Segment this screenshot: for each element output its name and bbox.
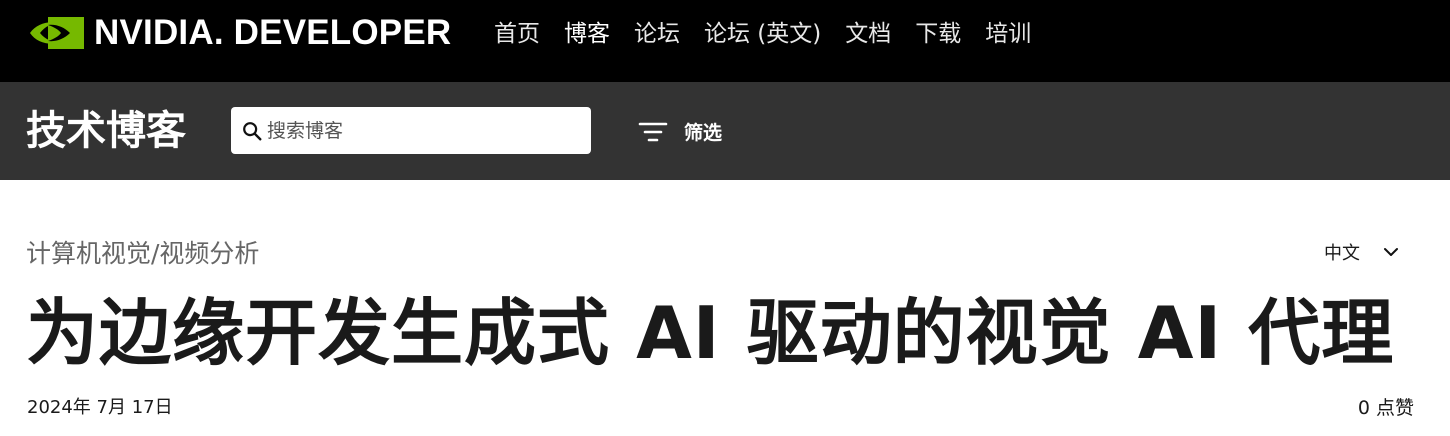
blog-section-title[interactable]: 技术博客 — [26, 104, 186, 158]
article-category-link[interactable]: 计算机视觉/视频分析 — [26, 236, 259, 272]
article-title: 为边缘开发生成式 AI 驱动的视觉 AI 代理 — [26, 291, 1395, 375]
nav-link-docs[interactable]: 文档 — [845, 18, 891, 50]
nav-link-training[interactable]: 培训 — [985, 18, 1031, 50]
nav-link-forum-english[interactable]: 论坛 (英文) — [704, 18, 821, 50]
search-input[interactable] — [267, 119, 577, 142]
brand-text: NVIDIA. DEVELOPER — [94, 13, 452, 52]
nvidia-eye-logo-icon — [26, 13, 86, 53]
publish-date: 2024年 7月 17日 — [27, 397, 173, 418]
nvidia-developer-logo[interactable]: NVIDIA. DEVELOPER — [26, 13, 451, 53]
blog-subheader: 技术博客 筛选 — [0, 82, 1450, 180]
nav-link-blog[interactable]: 博客 — [564, 18, 610, 50]
nav-link-downloads[interactable]: 下载 — [915, 18, 961, 50]
filter-button[interactable]: 筛选 — [638, 118, 722, 145]
primary-nav: 首页 博客 论坛 论坛 (英文) 文档 下载 培训 — [494, 18, 1055, 50]
nav-link-forum[interactable]: 论坛 — [634, 18, 680, 50]
search-box[interactable] — [231, 107, 591, 154]
top-navigation-bar: NVIDIA. DEVELOPER 首页 博客 论坛 论坛 (英文) 文档 下载… — [0, 0, 1450, 82]
filter-label: 筛选 — [684, 122, 723, 144]
filter-icon — [638, 122, 668, 141]
search-icon — [243, 121, 262, 140]
nav-link-home[interactable]: 首页 — [494, 18, 540, 50]
likes-count[interactable]: 0 点赞 — [1358, 394, 1414, 422]
chevron-down-icon — [1384, 248, 1398, 256]
language-selected-value: 中文 — [1324, 243, 1360, 264]
language-select[interactable]: 中文 — [1324, 239, 1400, 265]
